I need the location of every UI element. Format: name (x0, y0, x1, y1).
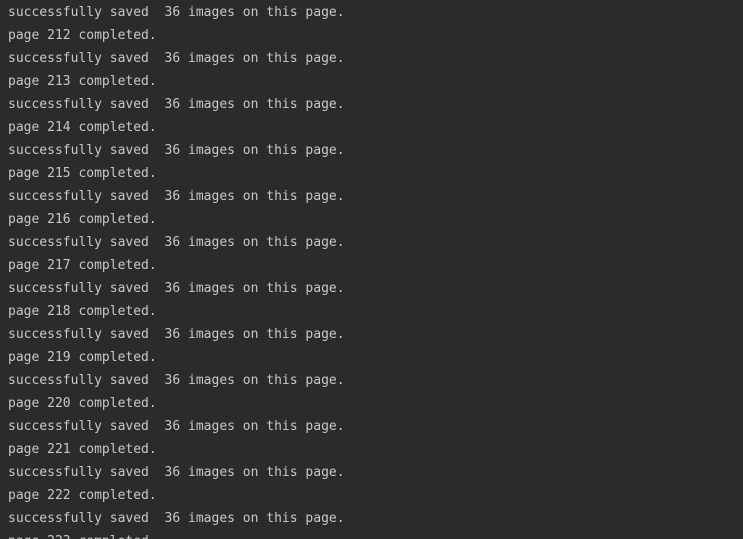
log-line: page 218 completed. (8, 304, 157, 319)
log-line: page 222 completed. (8, 488, 157, 503)
log-line: page 219 completed. (8, 350, 157, 365)
log-line: successfully saved 36 images on this pag… (8, 327, 345, 342)
log-line: page 223 completed. (8, 530, 345, 539)
log-line: successfully saved 36 images on this pag… (8, 97, 345, 112)
log-line: successfully saved 36 images on this pag… (8, 281, 345, 296)
log-line: successfully saved 36 images on this pag… (8, 511, 345, 526)
log-line: successfully saved 36 images on this pag… (8, 5, 345, 20)
log-line: successfully saved 36 images on this pag… (8, 189, 345, 204)
log-line: page 212 completed. (8, 28, 157, 43)
log-line: successfully saved 36 images on this pag… (8, 51, 345, 66)
log-line: successfully saved 36 images on this pag… (8, 373, 345, 388)
log-line: page 217 completed. (8, 258, 157, 273)
log-line: successfully saved 36 images on this pag… (8, 143, 345, 158)
log-line: page 216 completed. (8, 212, 157, 227)
log-line: page 213 completed. (8, 74, 157, 89)
log-line: page 220 completed. (8, 396, 157, 411)
console-log: successfully saved 36 images on this pag… (8, 1, 345, 539)
log-line: page 214 completed. (8, 120, 157, 135)
log-line: successfully saved 36 images on this pag… (8, 235, 345, 250)
log-line: successfully saved 36 images on this pag… (8, 465, 345, 480)
log-line: page 221 completed. (8, 442, 157, 457)
log-line: successfully saved 36 images on this pag… (8, 419, 345, 434)
log-line: page 215 completed. (8, 166, 157, 181)
console-output-panel[interactable]: successfully saved 36 images on this pag… (0, 0, 743, 539)
